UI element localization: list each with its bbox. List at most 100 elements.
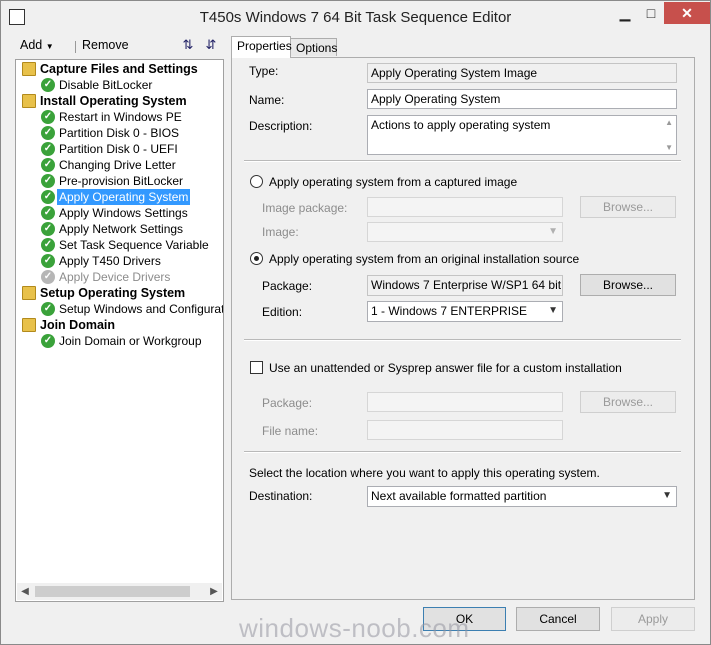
type-label: Type: bbox=[249, 64, 279, 78]
chevron-down-icon: ▼ bbox=[662, 490, 672, 501]
scroll-up-icon[interactable]: ▲ bbox=[665, 118, 673, 127]
destination-value: Next available formatted partition bbox=[371, 489, 547, 503]
tree-group[interactable]: Join Domain bbox=[16, 317, 221, 333]
check-icon: ✓ bbox=[41, 78, 55, 92]
check-icon: ✓ bbox=[41, 110, 55, 124]
destination-label: Destination: bbox=[249, 489, 313, 503]
tree-step[interactable]: ✓ Setup Windows and Configuration bbox=[16, 301, 224, 317]
folder-icon bbox=[22, 62, 36, 76]
description-input[interactable]: Actions to apply operating system ▲ ▼ bbox=[367, 115, 677, 155]
edition-select[interactable]: 1 - Windows 7 ENTERPRISE ▼ bbox=[367, 301, 563, 322]
package-browse-button[interactable]: Browse... bbox=[580, 274, 676, 296]
apply-button[interactable]: Apply bbox=[611, 607, 695, 631]
horizontal-scrollbar[interactable]: ◀ ▶ bbox=[17, 583, 222, 600]
tree-step[interactable]: ✓ Partition Disk 0 - UEFI bbox=[16, 141, 221, 157]
tree-node-label: Apply Device Drivers bbox=[59, 270, 171, 284]
cancel-button[interactable]: Cancel bbox=[516, 607, 600, 631]
chevron-down-icon: ▼ bbox=[548, 226, 558, 237]
check-icon: ✓ bbox=[41, 158, 55, 172]
tree-node-label: Apply Network Settings bbox=[59, 222, 184, 236]
dropdown-arrow-icon: ▼ bbox=[45, 42, 54, 51]
tree-step[interactable]: ✓ Changing Drive Letter bbox=[16, 157, 221, 173]
tree-node-label: Disable BitLocker bbox=[59, 78, 153, 92]
tree-step[interactable]: ✓ Join Domain or Workgroup bbox=[16, 333, 221, 349]
check-icon: ✓ bbox=[41, 334, 55, 348]
remove-button[interactable]: Remove bbox=[82, 38, 129, 52]
tree-node-label: Join Domain bbox=[40, 318, 116, 332]
image-package-label: Image package: bbox=[262, 201, 348, 215]
tree-node-label: Setup Windows and Configuration bbox=[59, 302, 224, 316]
tree-step[interactable]: ✓ Partition Disk 0 - BIOS bbox=[16, 125, 221, 141]
image-select[interactable]: ▼ bbox=[367, 222, 563, 242]
tree-group[interactable]: Setup Operating System bbox=[16, 285, 221, 301]
separator-1 bbox=[244, 160, 681, 162]
separator-3 bbox=[244, 451, 681, 453]
tree-node-label: Apply Operating System bbox=[57, 189, 191, 205]
unattend-checkbox[interactable] bbox=[250, 361, 263, 374]
tree-group[interactable]: Install Operating System bbox=[16, 93, 221, 109]
check-icon: ✓ bbox=[41, 254, 55, 268]
check-icon: ✓ bbox=[41, 126, 55, 140]
properties-panel: Type: Apply Operating System Image Name:… bbox=[231, 57, 695, 600]
tree-node-label: Restart in Windows PE bbox=[59, 110, 182, 124]
check-icon: ✓ bbox=[41, 222, 55, 236]
folder-icon bbox=[22, 94, 36, 108]
tree-step[interactable]: ✓ Apply T450 Drivers bbox=[16, 253, 221, 269]
tree-step[interactable]: ✓ Restart in Windows PE bbox=[16, 109, 221, 125]
toolbar-separator bbox=[75, 41, 76, 53]
unattend-browse-button[interactable]: Browse... bbox=[580, 391, 676, 413]
package-label: Package: bbox=[262, 279, 313, 293]
tree-node-label: Capture Files and Settings bbox=[40, 62, 198, 76]
name-input[interactable]: Apply Operating System bbox=[367, 89, 677, 109]
tree-node-label: Pre-provision BitLocker bbox=[59, 174, 184, 188]
tab-properties[interactable]: Properties bbox=[231, 36, 292, 58]
description-label: Description: bbox=[249, 119, 313, 133]
tree-node-label: Install Operating System bbox=[40, 94, 187, 108]
file-name-label: File name: bbox=[262, 424, 319, 438]
tree-step[interactable]: ✓ Disable BitLocker bbox=[16, 77, 221, 93]
location-text: Select the location where you want to ap… bbox=[249, 466, 600, 480]
window-title: T450s Windows 7 64 Bit Task Sequence Edi… bbox=[199, 9, 512, 26]
captured-image-radio[interactable] bbox=[250, 175, 263, 188]
destination-select[interactable]: Next available formatted partition ▼ bbox=[367, 486, 677, 507]
watermark: windows-noob.com bbox=[239, 613, 470, 643]
scroll-down-icon[interactable]: ▼ bbox=[665, 143, 673, 152]
check-icon: ✓ bbox=[41, 238, 55, 252]
tree-node-label: Changing Drive Letter bbox=[59, 158, 176, 172]
image-package-field bbox=[367, 197, 563, 217]
scroll-left-icon[interactable]: ◀ bbox=[17, 583, 33, 600]
original-source-radio-label: Apply operating system from an original … bbox=[269, 252, 580, 266]
edition-label: Edition: bbox=[262, 305, 303, 319]
name-label: Name: bbox=[249, 93, 285, 107]
original-source-radio[interactable] bbox=[250, 252, 263, 265]
task-sequence-tree[interactable]: ◀ ▶ Capture Files and Settings ✓ Disable B… bbox=[15, 59, 224, 602]
tree-node-label: Apply T450 Drivers bbox=[59, 254, 161, 268]
check-icon: ✓ bbox=[41, 302, 55, 316]
minimize-button[interactable]: ▁ bbox=[611, 2, 639, 24]
tree-step[interactable]: ✓ Set Task Sequence Variable bbox=[16, 237, 221, 253]
image-package-browse-button[interactable]: Browse... bbox=[580, 196, 676, 218]
tree-step[interactable]: ✓ Pre-provision BitLocker bbox=[16, 173, 221, 189]
sequence-toolbar: Add ▼ Remove ⇅ ⇵ bbox=[15, 37, 225, 57]
scroll-right-icon[interactable]: ▶ bbox=[206, 583, 222, 600]
check-icon: ✓ bbox=[41, 142, 55, 156]
tree-step[interactable]: ✓ Apply Windows Settings bbox=[16, 205, 221, 221]
tree-group[interactable]: Capture Files and Settings bbox=[16, 61, 221, 77]
tab-options[interactable]: Options bbox=[290, 38, 337, 56]
add-menu-button[interactable]: Add ▼ bbox=[20, 38, 54, 52]
tree-step[interactable]: ✓ Apply Operating System bbox=[16, 189, 221, 205]
unattend-package-label: Package: bbox=[262, 396, 313, 410]
captured-image-radio-label: Apply operating system from a captured i… bbox=[269, 175, 518, 189]
maximize-button[interactable]: □ bbox=[637, 2, 665, 24]
close-button[interactable]: ✕ bbox=[664, 2, 710, 24]
folder-icon bbox=[22, 318, 36, 332]
tree-step[interactable]: ✓ Apply Device Drivers bbox=[16, 269, 221, 285]
tree-step[interactable]: ✓ Apply Network Settings bbox=[16, 221, 221, 237]
check-icon: ✓ bbox=[41, 206, 55, 220]
move-up-icon[interactable]: ⇅ bbox=[180, 37, 196, 53]
title-bar[interactable]: T450s Windows 7 64 Bit Task Sequence Edi… bbox=[1, 1, 710, 35]
task-sequence-editor-window: T450s Windows 7 64 Bit Task Sequence Edi… bbox=[0, 0, 711, 645]
scroll-thumb[interactable] bbox=[35, 586, 190, 597]
move-down-icon[interactable]: ⇵ bbox=[203, 37, 219, 53]
tree-node-label: Join Domain or Workgroup bbox=[59, 334, 202, 348]
